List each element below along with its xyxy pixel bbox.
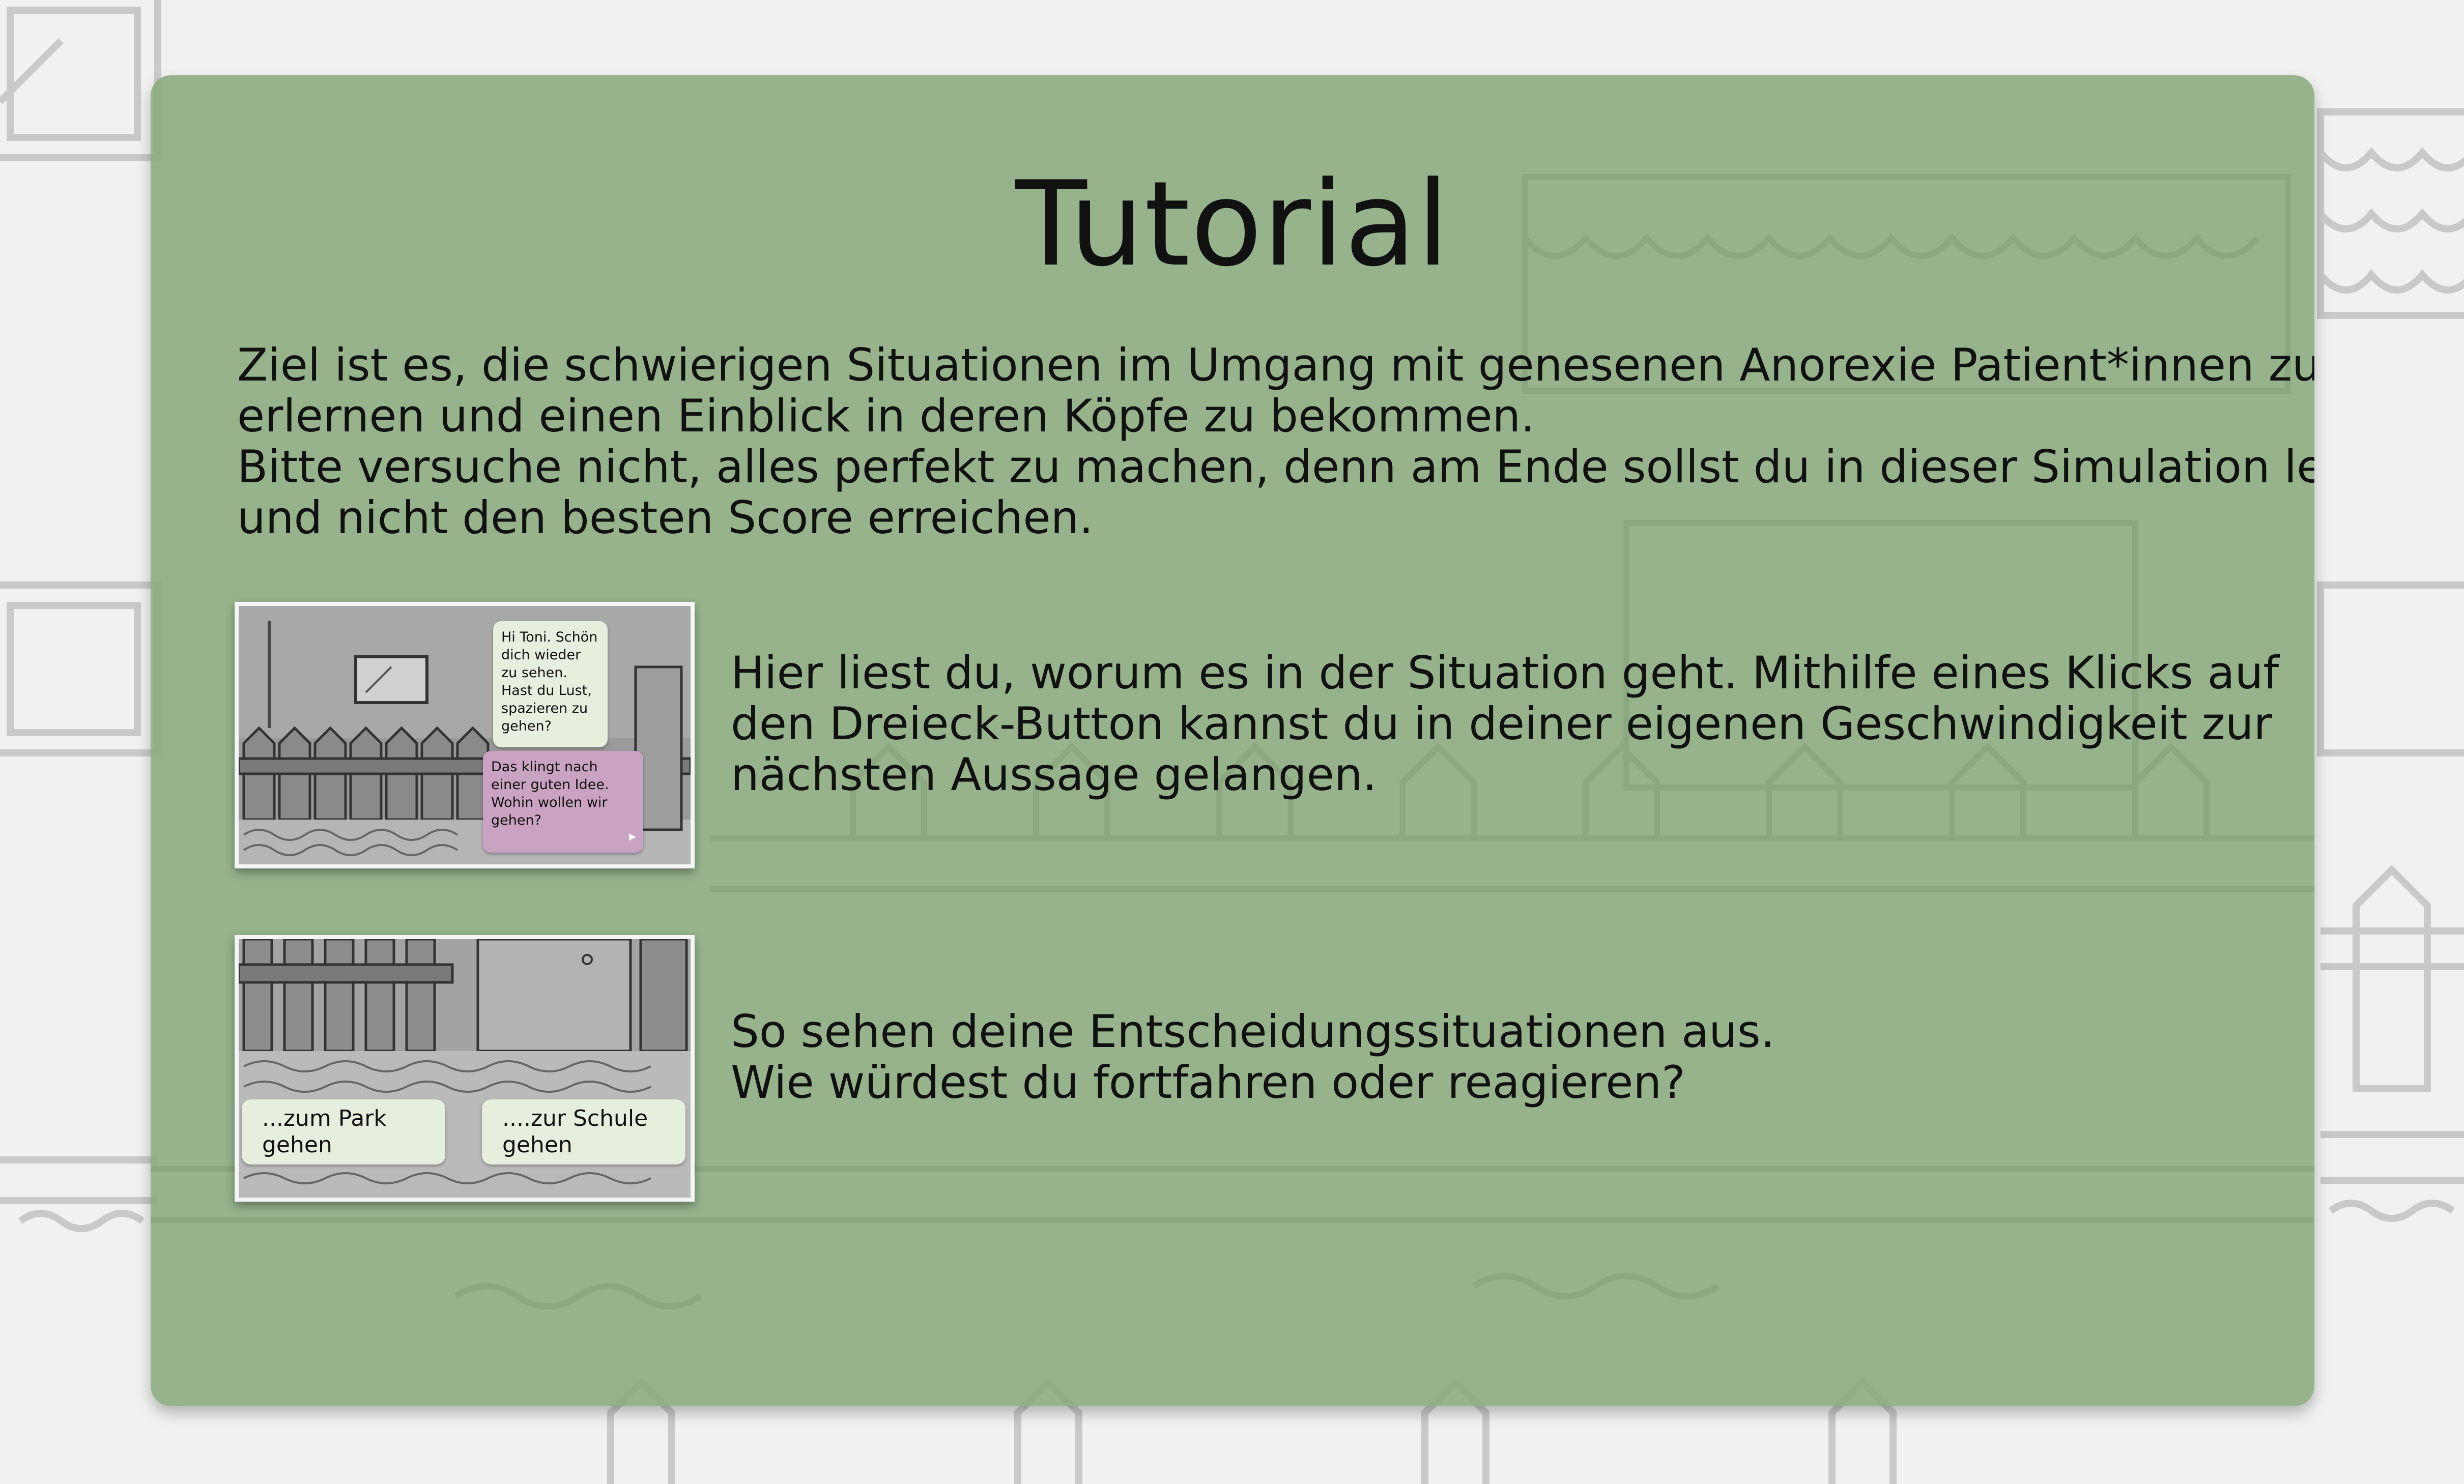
- triangle-play-icon: ▶: [629, 831, 636, 842]
- choice-button-school: ....zur Schule gehen: [482, 1099, 685, 1165]
- tutorial-panel: Tutorial Ziel ist es, die schwierigen Si…: [151, 75, 2314, 1406]
- description-line: Wie würdest du fortfahren oder reagieren…: [731, 1056, 1685, 1109]
- decision-example-image: ...zum Park gehen ....zur Schule gehen: [235, 935, 695, 1202]
- description-line: So sehen deine Entscheidungssituationen …: [731, 1005, 1775, 1058]
- description-line: nächsten Aussage gelangen.: [731, 748, 1377, 801]
- dialogue-example-image: Hi Toni. Schön dich wieder zu sehen. Has…: [235, 602, 695, 868]
- page-title: Tutorial: [1015, 157, 1450, 293]
- intro-line: und nicht den besten Score erreichen.: [237, 491, 1094, 544]
- intro-line: erlernen und einen Einblick in deren Köp…: [237, 390, 1535, 442]
- intro-text: Ziel ist es, die schwierigen Situationen…: [237, 339, 2314, 544]
- description-line: den Dreieck-Button kannst du in deiner e…: [731, 697, 2272, 750]
- description-line: Hier liest du, worum es in der Situation…: [731, 647, 2279, 699]
- choice-button-park: ...zum Park gehen: [242, 1099, 445, 1165]
- dialogue-description: Hier liest du, worum es in der Situation…: [731, 647, 2279, 801]
- speech-bubble-player: Das klingt nach einer guten Idee. Wohin …: [483, 751, 643, 853]
- intro-line: Ziel ist es, die schwierigen Situationen…: [237, 339, 2314, 391]
- speech-bubble-npc: Hi Toni. Schön dich wieder zu sehen. Has…: [493, 621, 608, 747]
- decision-description: So sehen deine Entscheidungssituationen …: [731, 1006, 2232, 1108]
- intro-line: Bitte versuche nicht, alles perfekt zu m…: [237, 441, 2314, 493]
- speech-bubble-player-text: Das klingt nach einer guten Idee. Wohin …: [491, 759, 609, 828]
